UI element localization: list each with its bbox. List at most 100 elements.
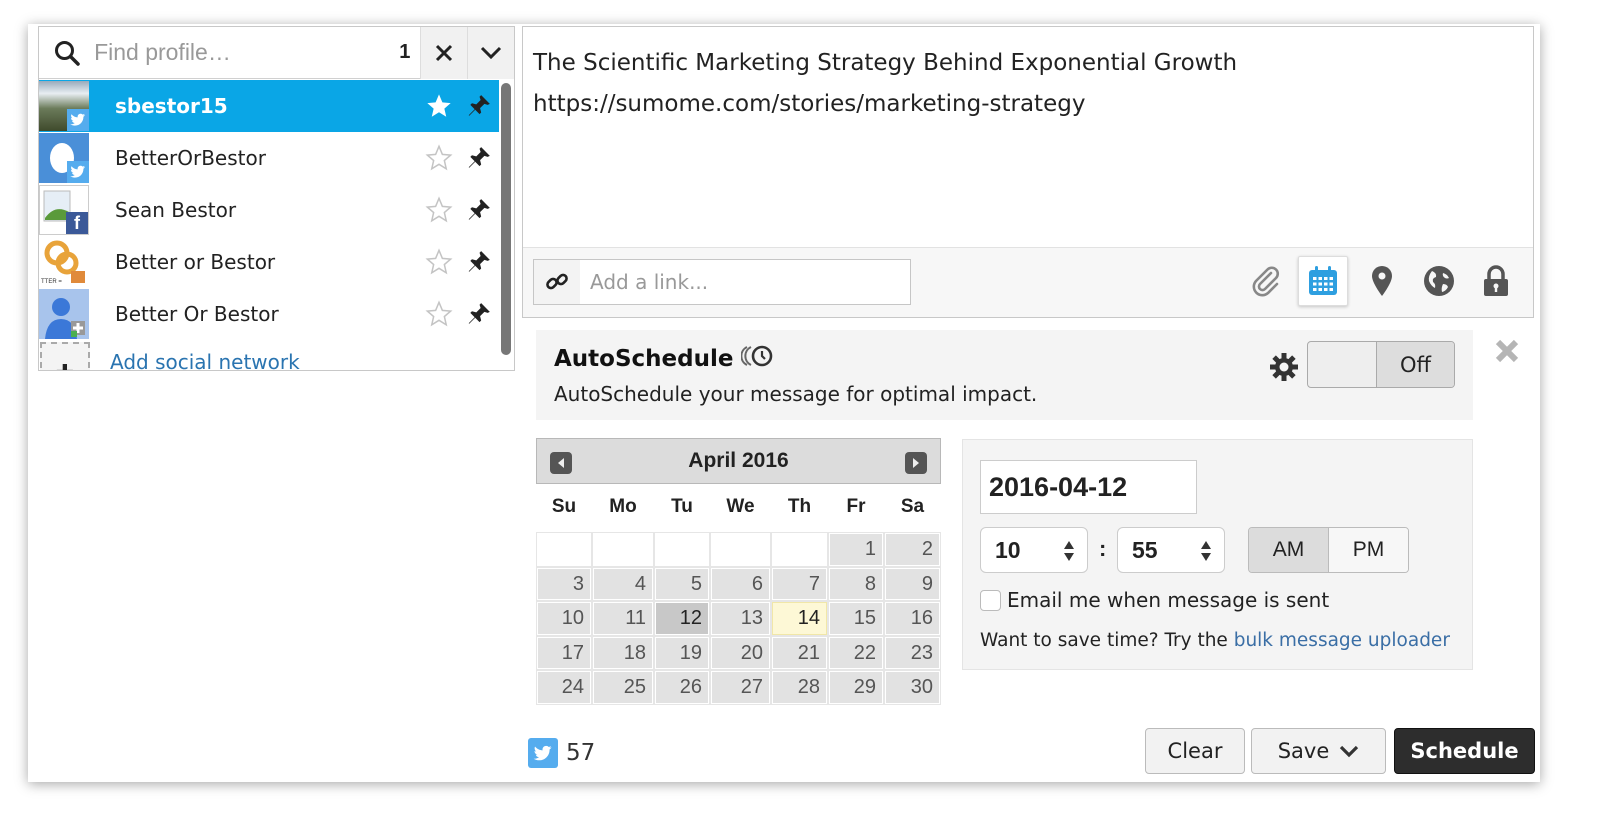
spinner-arrows-icon <box>1064 541 1074 561</box>
clear-selection-button[interactable] <box>419 27 467 79</box>
save-button-label: Save <box>1277 739 1330 763</box>
autoschedule-settings-button[interactable] <box>1267 350 1301 384</box>
calendar-header: April 2016 <box>536 438 941 484</box>
favorite-star-icon[interactable] <box>419 138 459 178</box>
favorite-star-icon[interactable] <box>419 242 459 282</box>
schedule-button[interactable]: Schedule <box>1394 728 1535 774</box>
calendar-day[interactable]: 21 <box>771 635 828 670</box>
save-button[interactable]: Save <box>1251 728 1386 774</box>
calendar-day[interactable]: 23 <box>884 635 941 670</box>
calendar-day[interactable]: 17 <box>536 635 592 670</box>
calendar-weekday-row: Su Mo Tu We Th Fr Sa <box>536 496 941 530</box>
pin-icon[interactable] <box>459 190 499 230</box>
calendar-day[interactable]: 24 <box>536 670 592 705</box>
calendar-day[interactable]: 16 <box>884 601 941 636</box>
pin-icon[interactable] <box>459 242 499 282</box>
bulk-message-uploader-link[interactable]: bulk message uploader <box>1234 630 1450 651</box>
time-separator: : <box>1099 536 1107 561</box>
calendar-empty-cell <box>536 532 592 567</box>
favorite-star-icon[interactable] <box>419 86 459 126</box>
calendar-day[interactable]: 18 <box>592 635 654 670</box>
datetime-panel: 2016-04-12 10 : 55 AM PM Email me when m… <box>962 439 1473 670</box>
avatar: f <box>39 185 89 235</box>
clear-button[interactable]: Clear <box>1145 728 1245 774</box>
add-link-input[interactable] <box>580 260 910 304</box>
calendar-day[interactable]: 13 <box>710 601 771 636</box>
schedule-calendar-button[interactable] <box>1298 256 1348 306</box>
minute-select[interactable]: 55 <box>1117 527 1225 573</box>
avatar <box>39 289 89 339</box>
pm-button[interactable]: PM <box>1329 528 1408 572</box>
calendar-day[interactable]: 20 <box>710 635 771 670</box>
calendar-day[interactable]: 5 <box>654 566 710 601</box>
chevron-left-icon <box>558 458 564 468</box>
avatar <box>39 133 89 183</box>
message-textarea[interactable]: The Scientific Marketing Strategy Behind… <box>533 43 1523 243</box>
date-input[interactable]: 2016-04-12 <box>980 460 1197 514</box>
pin-icon[interactable] <box>459 86 499 126</box>
calendar-day[interactable]: 25 <box>592 670 654 705</box>
calendar-day[interactable]: 28 <box>771 670 828 705</box>
profile-picker: 1 sbestor15 <box>38 26 515 371</box>
chevron-down-icon <box>480 46 501 59</box>
calendar-day[interactable]: 19 <box>654 635 710 670</box>
profile-list-scrollbar[interactable] <box>501 83 511 355</box>
add-social-network-row[interactable]: ✚ Add social network <box>39 342 514 370</box>
pin-icon[interactable] <box>459 294 499 334</box>
attachment-button[interactable] <box>1241 256 1291 306</box>
hour-select[interactable]: 10 <box>980 527 1088 573</box>
previous-month-button[interactable] <box>550 452 572 474</box>
profile-row[interactable]: Better Or Bestor <box>39 288 499 340</box>
calendar-day[interactable]: 30 <box>884 670 941 705</box>
autoschedule-toggle-label: Off <box>1376 342 1454 387</box>
location-button[interactable] <box>1357 256 1407 306</box>
autoschedule-clock-icon <box>740 344 775 374</box>
attachment-icon <box>1252 266 1279 297</box>
favorite-star-icon[interactable] <box>419 190 459 230</box>
bulk-upload-hint: Want to save time? Try the bulk message … <box>980 630 1450 651</box>
pin-icon[interactable] <box>459 138 499 178</box>
close-icon <box>1495 339 1519 363</box>
calendar-day[interactable]: 22 <box>828 635 884 670</box>
am-pm-toggle: AM PM <box>1248 527 1409 573</box>
profile-row[interactable]: f Sean Bestor <box>39 184 499 236</box>
calendar-day[interactable]: 15 <box>828 601 884 636</box>
calendar-day[interactable]: 6 <box>710 566 771 601</box>
autoschedule-toggle[interactable]: Off <box>1307 341 1455 388</box>
favorite-star-icon[interactable] <box>419 294 459 334</box>
email-notification-checkbox[interactable] <box>980 589 1001 611</box>
autoschedule-description: AutoSchedule your message for optimal im… <box>554 382 1038 406</box>
gear-icon <box>1270 353 1298 381</box>
profile-row[interactable]: BetterOrBestor <box>39 132 499 184</box>
profile-row[interactable]: sbestor15 <box>39 80 499 132</box>
profile-search-input[interactable] <box>94 27 391 78</box>
am-button[interactable]: AM <box>1249 528 1329 572</box>
calendar-day[interactable]: 14 <box>771 601 828 636</box>
calendar-day[interactable]: 2 <box>884 532 941 567</box>
profile-list: sbestor15 BetterOrBestor f Sean Bestor T… <box>39 80 514 370</box>
calendar-day[interactable]: 4 <box>592 566 654 601</box>
calendar-day[interactable]: 11 <box>592 601 654 636</box>
spinner-arrows-icon <box>1201 541 1211 561</box>
expand-profiles-button[interactable] <box>466 27 514 79</box>
calendar-day[interactable]: 1 <box>828 532 884 567</box>
add-link-field <box>533 259 911 305</box>
calendar-day[interactable]: 9 <box>884 566 941 601</box>
next-month-button[interactable] <box>905 452 927 474</box>
add-social-network-link[interactable]: Add social network <box>110 350 300 370</box>
weekday-label: Sa <box>900 496 925 517</box>
calendar-day[interactable]: 26 <box>654 670 710 705</box>
privacy-globe-button[interactable] <box>1414 256 1464 306</box>
calendar-empty-cell <box>771 532 828 567</box>
calendar-day[interactable]: 8 <box>828 566 884 601</box>
calendar-day[interactable]: 10 <box>536 601 592 636</box>
profile-row[interactable]: TTER = Better or Bestor <box>39 236 499 288</box>
weekday-label: Th <box>787 496 812 517</box>
calendar-day[interactable]: 7 <box>771 566 828 601</box>
calendar-day[interactable]: 27 <box>710 670 771 705</box>
close-schedule-button[interactable] <box>1494 338 1520 364</box>
lock-button[interactable] <box>1471 256 1521 306</box>
calendar-day[interactable]: 29 <box>828 670 884 705</box>
calendar-day[interactable]: 12 <box>654 601 710 636</box>
calendar-day[interactable]: 3 <box>536 566 592 601</box>
